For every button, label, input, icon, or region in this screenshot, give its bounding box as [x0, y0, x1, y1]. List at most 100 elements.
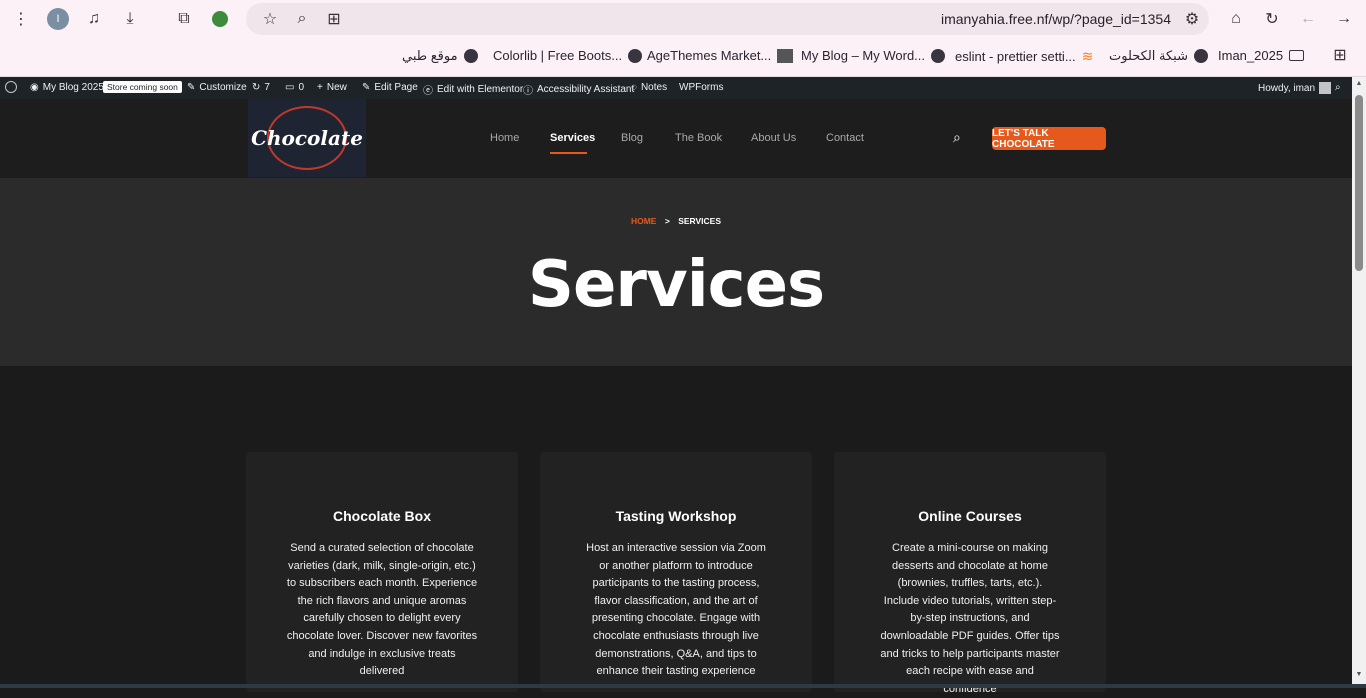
wp-edit-page[interactable]: ✎ Edit Page [362, 82, 418, 93]
globe-icon [628, 48, 643, 63]
wp-customize[interactable]: ✎ Customize [187, 82, 247, 93]
bookmark-folder[interactable]: Iman_2025 [1218, 48, 1305, 63]
card-title: Online Courses [918, 508, 1022, 524]
service-card: Chocolate Box Send a curated selection o… [246, 452, 518, 692]
nav-about-us[interactable]: About Us [751, 132, 796, 144]
wp-elementor[interactable]: ⓔ Edit with Elementor [423, 82, 523, 97]
download-icon[interactable]: ⤓ [117, 6, 143, 32]
bookmark-item[interactable]: موقع طبي [402, 48, 478, 64]
nav-contact[interactable]: Contact [826, 132, 864, 144]
apps-grid-icon[interactable]: ⊞ [1327, 42, 1353, 68]
search-icon[interactable]: ⌕ [953, 129, 961, 146]
wpforms-label: WPForms [679, 82, 724, 93]
bookmark-label: AgeThemes Market... [647, 48, 772, 63]
wp-new[interactable]: + New [317, 82, 347, 93]
wp-accessibility[interactable]: ⓘ Accessibility Assistant [523, 82, 634, 97]
site-settings-icon[interactable]: ⚙ [1179, 6, 1205, 32]
breadcrumb-separator: > [664, 216, 670, 226]
wp-howdy[interactable]: Howdy, iman [1258, 82, 1332, 94]
breadcrumb: HOME > SERVICES [0, 216, 1352, 226]
elementor-label: Edit with Elementor [437, 84, 524, 95]
home-icon[interactable]: ⌂ [1223, 6, 1249, 32]
bookmarks-bar: موقع طبي Colorlib | Free Boots... AgeThe… [0, 38, 1366, 77]
dashboard-icon: ◉ [30, 82, 39, 93]
card-text: Host an interactive session via Zoom or … [586, 542, 766, 678]
page-scrollbar[interactable]: ▲ ▼ [1352, 77, 1366, 684]
elementor-icon: ⓔ [423, 86, 433, 97]
site-header: Chocolate Home Services Blog The Book Ab… [0, 99, 1352, 178]
scroll-down-icon[interactable]: ▼ [1355, 671, 1363, 678]
nav-active-indicator [550, 152, 587, 154]
media-icon[interactable]: ♫ [81, 6, 107, 32]
pencil-icon: ✎ [362, 82, 371, 93]
accessibility-label: Accessibility Assistant [537, 84, 635, 95]
user-avatar [1319, 82, 1332, 94]
comments-count: 0 [298, 82, 305, 93]
bookmark-label: My Blog – My Word... [801, 48, 926, 63]
zoom-icon[interactable]: ⌕ [289, 6, 315, 32]
plus-icon: + [317, 82, 323, 93]
brush-icon: ✎ [187, 82, 196, 93]
bookmark-item[interactable]: شبكة الكحلوت [1109, 48, 1208, 64]
scroll-thumb[interactable] [1355, 95, 1363, 271]
wp-notes[interactable]: ◌ Notes [631, 82, 667, 93]
logo-badge: Chocolate [251, 106, 363, 170]
notes-label: Notes [640, 82, 668, 93]
address-bar[interactable]: ☆ ⌕ ⊞ imanyahia.free.nf/wp/?page_id=1354… [246, 3, 1209, 35]
bookmark-item[interactable]: My Blog – My Word... [801, 48, 946, 63]
back-icon[interactable]: ← [1295, 6, 1321, 32]
wordpress-logo-icon[interactable] [5, 81, 17, 93]
nav-blog[interactable]: Blog [621, 132, 643, 144]
badge-label: Store coming soon [103, 81, 182, 93]
bookmark-label: Iman_2025 [1218, 48, 1284, 63]
stackoverflow-icon: ≋ [1081, 48, 1094, 64]
wp-site-name[interactable]: ◉ My Blog 2025 [30, 82, 104, 93]
wp-updates[interactable]: ↻ 7 [252, 82, 270, 93]
service-card: Online Courses Create a mini-course on m… [834, 452, 1106, 695]
breadcrumb-current: SERVICES [678, 216, 722, 226]
card-title: Tasting Workshop [615, 508, 737, 524]
site-name-label: My Blog 2025 [42, 82, 104, 93]
globe-icon [1193, 49, 1208, 63]
store-badge[interactable]: Store coming soon [103, 81, 182, 93]
bookmark-item[interactable]: Colorlib | Free Boots... [493, 48, 643, 63]
services-section: Chocolate Box Send a curated selection o… [0, 366, 1352, 695]
bookmark-star-icon[interactable]: ☆ [257, 6, 283, 32]
bookmark-label: eslint - prettier setti... [955, 49, 1076, 64]
nav-services[interactable]: Services [550, 132, 595, 144]
logo-text: Chocolate [251, 126, 363, 150]
updates-count: 7 [264, 82, 270, 93]
profile-initial: I [47, 8, 69, 30]
nav-home[interactable]: Home [490, 132, 519, 144]
profile-avatar[interactable]: I [45, 6, 71, 32]
card-text: Send a curated selection of chocolate va… [286, 542, 478, 678]
wp-comments[interactable]: ▭ 0 [285, 82, 304, 93]
menu-icon[interactable]: ⋮ [8, 6, 34, 32]
site-logo[interactable]: Chocolate [248, 99, 366, 177]
service-card: Tasting Workshop Host an interactive ses… [540, 452, 812, 692]
notes-icon: ◌ [631, 82, 637, 93]
cta-button[interactable]: LET'S TALK CHOCOLATE [992, 127, 1106, 150]
globe-icon [463, 49, 478, 63]
reload-icon[interactable]: ↻ [1259, 6, 1285, 32]
globe-icon [931, 48, 946, 63]
breadcrumb-home[interactable]: HOME [631, 216, 657, 226]
updates-icon: ↻ [252, 82, 261, 93]
url-text: imanyahia.free.nf/wp/?page_id=1354 [940, 11, 1171, 27]
extension-globe-icon[interactable] [207, 6, 233, 32]
page-title: Services [527, 248, 825, 322]
howdy-label: Howdy, iman [1258, 82, 1316, 94]
wp-search-icon[interactable]: ⌕ [1335, 82, 1341, 93]
extensions-icon[interactable]: ⧉ [171, 6, 197, 32]
accessibility-icon: ⓘ [523, 86, 533, 97]
translate-icon[interactable]: ⊞ [321, 6, 347, 32]
scroll-up-icon[interactable]: ▲ [1355, 80, 1363, 87]
comment-icon: ▭ [285, 82, 295, 93]
page-hero: HOME > SERVICES Services [0, 178, 1352, 366]
browser-toolbar: ⋮ I ♫ ⤓ ⧉ ☆ ⌕ ⊞ imanyahia.free.nf/wp/?pa… [0, 0, 1366, 38]
bookmark-item[interactable]: AgeThemes Market... [647, 48, 794, 63]
wp-wpforms[interactable]: WPForms [679, 82, 723, 93]
bookmark-item[interactable]: eslint - prettier setti... ≋ [955, 48, 1093, 65]
forward-icon[interactable]: → [1331, 6, 1357, 32]
nav-the-book[interactable]: The Book [675, 132, 722, 144]
